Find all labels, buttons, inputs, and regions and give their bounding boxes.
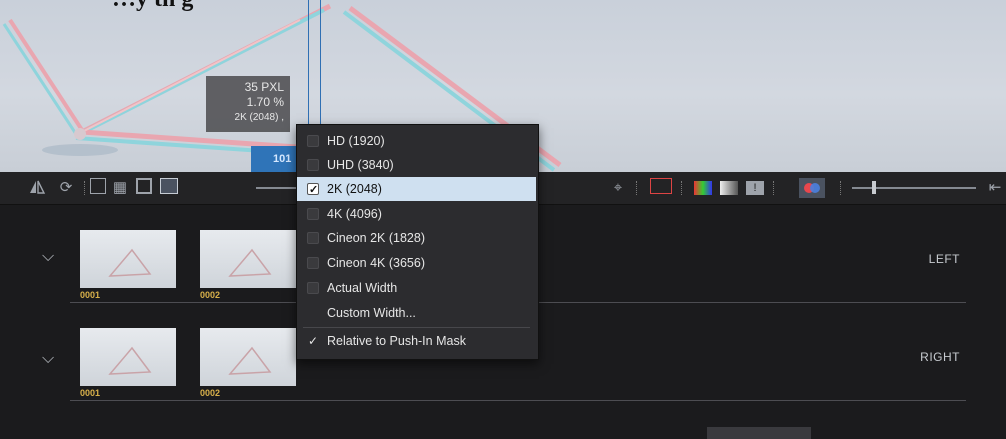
frame-number: 0001 xyxy=(80,290,101,300)
toolbar-separator xyxy=(636,181,638,195)
thumbnail[interactable] xyxy=(80,230,176,288)
menu-item-2k[interactable]: 2K (2048) xyxy=(297,177,536,202)
menu-item-label: Cineon 2K (1828) xyxy=(327,231,425,245)
menu-item-label: Actual Width xyxy=(327,281,398,295)
crosshair-icon[interactable]: ⌖ xyxy=(608,178,628,198)
mask-icon[interactable] xyxy=(160,178,178,194)
crop-frame-icon[interactable] xyxy=(90,178,106,194)
menu-item-cineon-4k[interactable]: Cineon 4K (3656) xyxy=(297,251,536,275)
opacity-slider-track[interactable] xyxy=(256,187,296,189)
menu-item-label: 2K (2048) xyxy=(327,182,382,196)
row-label-left: LEFT xyxy=(928,252,960,266)
measure-pixels: 35 PXL xyxy=(244,80,284,94)
zoom-slider-track[interactable] xyxy=(852,187,976,189)
anaglyph-icon[interactable] xyxy=(799,178,825,198)
bottom-panel-tab[interactable] xyxy=(707,427,811,439)
measure-percent: 1.70 % xyxy=(246,95,284,109)
width-preset-menu: HD (1920) UHD (3840) 2K (2048) 4K (4096)… xyxy=(296,124,539,360)
toolbar-separator xyxy=(840,181,842,195)
menu-item-relative-push-in[interactable]: ✓ Relative to Push-In Mask xyxy=(297,329,536,353)
menu-separator xyxy=(303,327,530,328)
menu-item-uhd[interactable]: UHD (3840) xyxy=(297,153,536,177)
chevron-down-icon[interactable]: ⌵ xyxy=(42,248,58,265)
frame-number: 0002 xyxy=(200,388,221,398)
checkbox-checked[interactable] xyxy=(307,178,319,202)
menu-item-label: UHD (3840) xyxy=(327,158,394,172)
menu-item-label: 4K (4096) xyxy=(327,207,382,221)
checkbox[interactable] xyxy=(307,257,319,269)
color-bars-icon[interactable] xyxy=(694,181,712,195)
zoom-slider-knob[interactable] xyxy=(872,181,876,194)
row-label-right: RIGHT xyxy=(920,350,960,364)
grid-icon[interactable]: ▦ xyxy=(110,178,130,198)
collapse-arrow-icon[interactable]: ⇤ xyxy=(986,178,1004,198)
menu-item-label: Custom Width... xyxy=(327,306,416,320)
frame-number: 0002 xyxy=(200,290,221,300)
grayscale-icon[interactable] xyxy=(720,181,738,195)
thumbnail[interactable] xyxy=(200,230,296,288)
menu-item-label: Relative to Push-In Mask xyxy=(327,334,466,348)
warning-icon[interactable]: ! xyxy=(746,181,764,195)
menu-item-custom-width[interactable]: Custom Width... xyxy=(297,301,536,325)
menu-item-label: Cineon 4K (3656) xyxy=(327,256,425,270)
refresh-icon[interactable]: ⟳ xyxy=(56,178,76,198)
toolbar-separator xyxy=(681,181,683,195)
menu-item-label: HD (1920) xyxy=(327,134,385,148)
frame-number: 0001 xyxy=(80,388,101,398)
menu-item-4k[interactable]: 4K (4096) xyxy=(297,202,536,226)
checkbox[interactable] xyxy=(307,282,319,294)
menu-item-actual-width[interactable]: Actual Width xyxy=(297,276,536,300)
checkbox[interactable] xyxy=(307,135,319,147)
camera-icon[interactable] xyxy=(650,178,672,194)
safe-area-icon[interactable] xyxy=(136,178,152,194)
thumbnail[interactable] xyxy=(200,328,296,386)
checkbox[interactable] xyxy=(307,208,319,220)
checkbox[interactable] xyxy=(307,232,319,244)
menu-item-cineon-2k[interactable]: Cineon 2K (1828) xyxy=(297,226,536,250)
toolbar-separator xyxy=(773,181,775,195)
toolbar-separator xyxy=(84,181,86,195)
checkbox[interactable] xyxy=(307,159,319,171)
chevron-down-icon[interactable]: ⌵ xyxy=(42,350,58,367)
partial-heading-text: …y th g xyxy=(112,0,193,13)
measure-width: 2K (2048) , xyxy=(234,112,284,123)
thumbnail[interactable] xyxy=(80,328,176,386)
checkmark-icon: ✓ xyxy=(308,334,319,348)
row-divider xyxy=(70,400,966,401)
menu-item-hd[interactable]: HD (1920) xyxy=(297,129,536,153)
mirror-icon[interactable] xyxy=(28,178,46,198)
measurement-tooltip: 35 PXL 1.70 % 2K (2048) , xyxy=(206,76,290,132)
